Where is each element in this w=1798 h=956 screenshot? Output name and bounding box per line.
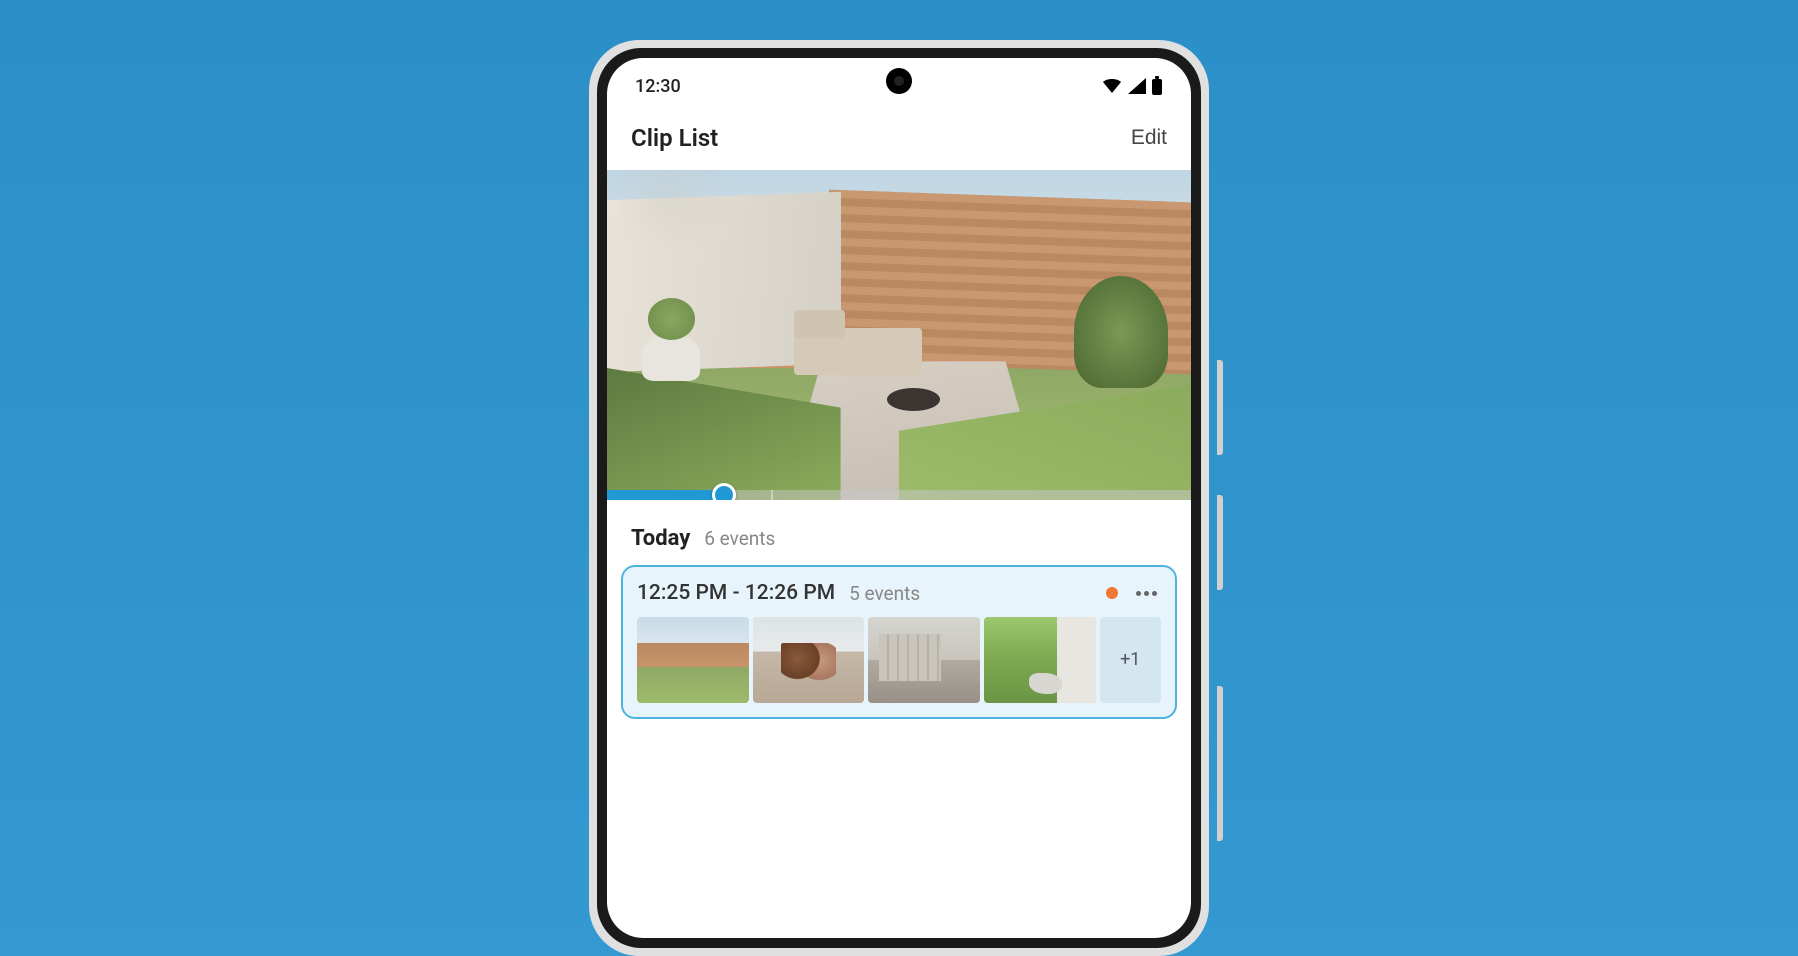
- video-scrubber-track[interactable]: [607, 490, 1191, 500]
- app-header: Clip List Edit: [607, 108, 1191, 170]
- phone-side-button: [1217, 686, 1223, 841]
- scrubber-handle[interactable]: [712, 483, 736, 500]
- phone-frame: 12:30 Clip List Edit: [589, 40, 1209, 956]
- clip-thumbnail[interactable]: [753, 617, 865, 703]
- phone-side-button: [1217, 495, 1223, 590]
- video-preview[interactable]: [607, 170, 1191, 500]
- clip-thumbnail[interactable]: [984, 617, 1096, 703]
- event-time-range: 12:25 PM - 12:26 PM: [637, 581, 835, 605]
- signal-icon: [1127, 77, 1147, 95]
- status-dot-icon: [1106, 587, 1118, 599]
- camera-feed-image: [607, 170, 1191, 500]
- clip-thumbnail[interactable]: [637, 617, 749, 703]
- section-title: Today: [631, 526, 690, 551]
- section-count: 6 events: [704, 527, 775, 550]
- thumbnail-row: +1: [637, 617, 1161, 703]
- clip-thumbnail[interactable]: [868, 617, 980, 703]
- page-title: Clip List: [631, 124, 718, 152]
- more-options-button[interactable]: [1132, 587, 1161, 600]
- scrubber-progress: [607, 490, 724, 500]
- phone-side-button: [1217, 360, 1223, 455]
- more-thumbnails-button[interactable]: +1: [1100, 617, 1161, 703]
- event-card[interactable]: 12:25 PM - 12:26 PM 5 events +1: [621, 565, 1177, 719]
- status-bar: 12:30: [607, 58, 1191, 108]
- wifi-icon: [1101, 77, 1123, 95]
- camera-notch: [886, 68, 912, 94]
- battery-icon: [1151, 76, 1163, 96]
- event-count: 5 events: [849, 582, 1092, 605]
- edit-button[interactable]: Edit: [1131, 126, 1167, 150]
- section-header: Today 6 events: [607, 500, 1191, 565]
- phone-screen: 12:30 Clip List Edit: [607, 58, 1191, 938]
- status-time: 12:30: [635, 76, 681, 97]
